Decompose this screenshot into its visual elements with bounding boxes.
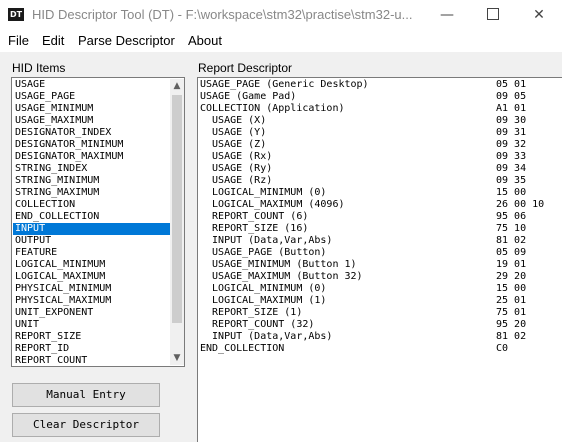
menu-parse-descriptor[interactable]: Parse Descriptor xyxy=(78,33,175,48)
list-item[interactable]: COLLECTION xyxy=(13,199,170,211)
menu-file[interactable]: File xyxy=(8,33,29,48)
list-item[interactable]: INPUT xyxy=(13,223,170,235)
list-item[interactable]: USAGE_MAXIMUM xyxy=(13,115,170,127)
list-item[interactable]: USAGE xyxy=(13,79,170,91)
menu-about[interactable]: About xyxy=(188,33,222,48)
list-item[interactable]: DESIGNATOR_MINIMUM xyxy=(13,139,170,151)
list-item[interactable]: REPORT_SIZE xyxy=(13,331,170,343)
close-button[interactable]: ✕ xyxy=(516,0,562,31)
descriptor-line-bytes: A1 01 xyxy=(496,103,527,114)
descriptor-line-bytes: 81 02 xyxy=(496,331,527,342)
list-item[interactable]: STRING_MAXIMUM xyxy=(13,187,170,199)
descriptor-line-bytes: 75 10 xyxy=(496,223,527,234)
list-item[interactable]: OUTPUT xyxy=(13,235,170,247)
app-icon: DT xyxy=(8,8,24,21)
descriptor-line-text: USAGE_MINIMUM (Button 1) xyxy=(200,259,357,270)
scroll-down-icon[interactable]: ▼ xyxy=(170,351,184,365)
descriptor-line-bytes: 05 09 xyxy=(496,247,527,258)
descriptor-line-text: REPORT_COUNT (6) xyxy=(200,211,309,222)
descriptor-line-bytes: 95 06 xyxy=(496,211,527,222)
manual-entry-button[interactable]: Manual Entry xyxy=(12,383,160,407)
menu-edit[interactable]: Edit xyxy=(42,33,64,48)
descriptor-line-bytes: 09 35 xyxy=(496,175,527,186)
descriptor-line-text: USAGE (Ry) xyxy=(200,163,273,174)
list-item[interactable]: UNIT_EXPONENT xyxy=(13,307,170,319)
list-item[interactable]: REPORT_ID xyxy=(13,343,170,355)
descriptor-line-bytes: 09 34 xyxy=(496,163,527,174)
clear-descriptor-button[interactable]: Clear Descriptor xyxy=(12,413,160,437)
descriptor-line-text: INPUT (Data,Var,Abs) xyxy=(200,235,333,246)
descriptor-line-bytes: 09 32 xyxy=(496,139,527,150)
descriptor-line-bytes: 75 01 xyxy=(496,307,527,318)
descriptor-line-bytes: 09 33 xyxy=(496,151,527,162)
minimize-button[interactable]: — xyxy=(424,0,470,31)
window-title: HID Descriptor Tool (DT) - F:\workspace\… xyxy=(32,7,413,22)
hid-items-label: HID Items xyxy=(12,61,66,75)
descriptor-line-bytes: 25 01 xyxy=(496,295,527,306)
descriptor-line-text: LOGICAL_MAXIMUM (1) xyxy=(200,295,327,306)
scrollbar-thumb[interactable] xyxy=(172,95,182,323)
descriptor-line-text: LOGICAL_MINIMUM (0) xyxy=(200,187,327,198)
descriptor-line-text: USAGE_MAXIMUM (Button 32) xyxy=(200,271,363,282)
descriptor-line-bytes: 09 30 xyxy=(496,115,527,126)
descriptor-line-bytes: 15 00 xyxy=(496,283,527,294)
descriptor-line-text: COLLECTION (Application) xyxy=(200,103,345,114)
list-item[interactable]: STRING_INDEX xyxy=(13,163,170,175)
descriptor-line-text: USAGE (Z) xyxy=(200,139,267,150)
descriptor-line-text: REPORT_SIZE (1) xyxy=(200,307,303,318)
list-item[interactable]: LOGICAL_MAXIMUM xyxy=(13,271,170,283)
descriptor-line-text: USAGE (Y) xyxy=(200,127,267,138)
descriptor-line-text: USAGE (Game Pad) xyxy=(200,91,297,102)
list-item[interactable]: PHYSICAL_MAXIMUM xyxy=(13,295,170,307)
list-item[interactable]: PHYSICAL_MINIMUM xyxy=(13,283,170,295)
list-item[interactable]: USAGE_PAGE xyxy=(13,91,170,103)
descriptor-line-bytes: 15 00 xyxy=(496,187,527,198)
descriptor-line-bytes: C0 xyxy=(496,343,509,354)
list-item[interactable]: USAGE_MINIMUM xyxy=(13,103,170,115)
list-item[interactable]: REPORT_COUNT xyxy=(13,355,170,365)
descriptor-line-text: INPUT (Data,Var,Abs) xyxy=(200,331,333,342)
list-item[interactable]: STRING_MINIMUM xyxy=(13,175,170,187)
descriptor-line-bytes: 26 00 10 xyxy=(496,199,545,210)
hid-items-list[interactable]: USAGE USAGE_PAGE USAGE_MINIMUM USAGE_MAXIMU… xyxy=(11,77,185,367)
list-item[interactable]: DESIGNATOR_INDEX xyxy=(13,127,170,139)
descriptor-line-text: LOGICAL_MAXIMUM (4096) xyxy=(200,199,345,210)
report-descriptor-pane[interactable]: USAGE_PAGE (Generic Desktop) 05 01 USAGE (… xyxy=(197,77,562,442)
descriptor-line-text: END_COLLECTION xyxy=(200,343,285,354)
title-bar: DT HID Descriptor Tool (DT) - F:\workspa… xyxy=(0,0,562,31)
list-item[interactable]: DESIGNATOR_MAXIMUM xyxy=(13,151,170,163)
descriptor-line-bytes: 09 05 xyxy=(496,91,527,102)
descriptor-line-bytes: 09 31 xyxy=(496,127,527,138)
descriptor-line-bytes: 05 01 xyxy=(496,79,527,90)
maximize-icon xyxy=(487,8,499,20)
descriptor-line-text: REPORT_SIZE (16) xyxy=(200,223,309,234)
descriptor-line-bytes: 19 01 xyxy=(496,259,527,270)
menu-bar: File Edit Parse Descriptor About xyxy=(0,31,562,52)
descriptor-line-text: REPORT_COUNT (32) xyxy=(200,319,315,330)
list-item[interactable]: END_COLLECTION xyxy=(13,211,170,223)
list-item[interactable]: FEATURE xyxy=(13,247,170,259)
list-item[interactable]: LOGICAL_MINIMUM xyxy=(13,259,170,271)
descriptor-line-bytes: 29 20 xyxy=(496,271,527,282)
descriptor-line-text: LOGICAL_MINIMUM (0) xyxy=(200,283,327,294)
descriptor-line-text: USAGE (Rz) xyxy=(200,175,273,186)
report-descriptor-label: Report Descriptor xyxy=(198,61,293,75)
hid-items-scrollbar[interactable]: ▲ ▼ xyxy=(170,79,184,365)
list-item[interactable]: UNIT xyxy=(13,319,170,331)
descriptor-line-bytes: 81 02 xyxy=(496,235,527,246)
descriptor-line-text: USAGE (X) xyxy=(200,115,267,126)
maximize-button[interactable] xyxy=(470,0,516,31)
descriptor-line-bytes: 95 20 xyxy=(496,319,527,330)
scroll-up-icon[interactable]: ▲ xyxy=(170,79,184,93)
descriptor-line-text: USAGE_PAGE (Button) xyxy=(200,247,327,258)
descriptor-line-text: USAGE (Rx) xyxy=(200,151,273,162)
descriptor-line-text: USAGE_PAGE (Generic Desktop) xyxy=(200,79,369,90)
hid-items-list-content: USAGE USAGE_PAGE USAGE_MINIMUM USAGE_MAXIMU… xyxy=(13,79,170,365)
